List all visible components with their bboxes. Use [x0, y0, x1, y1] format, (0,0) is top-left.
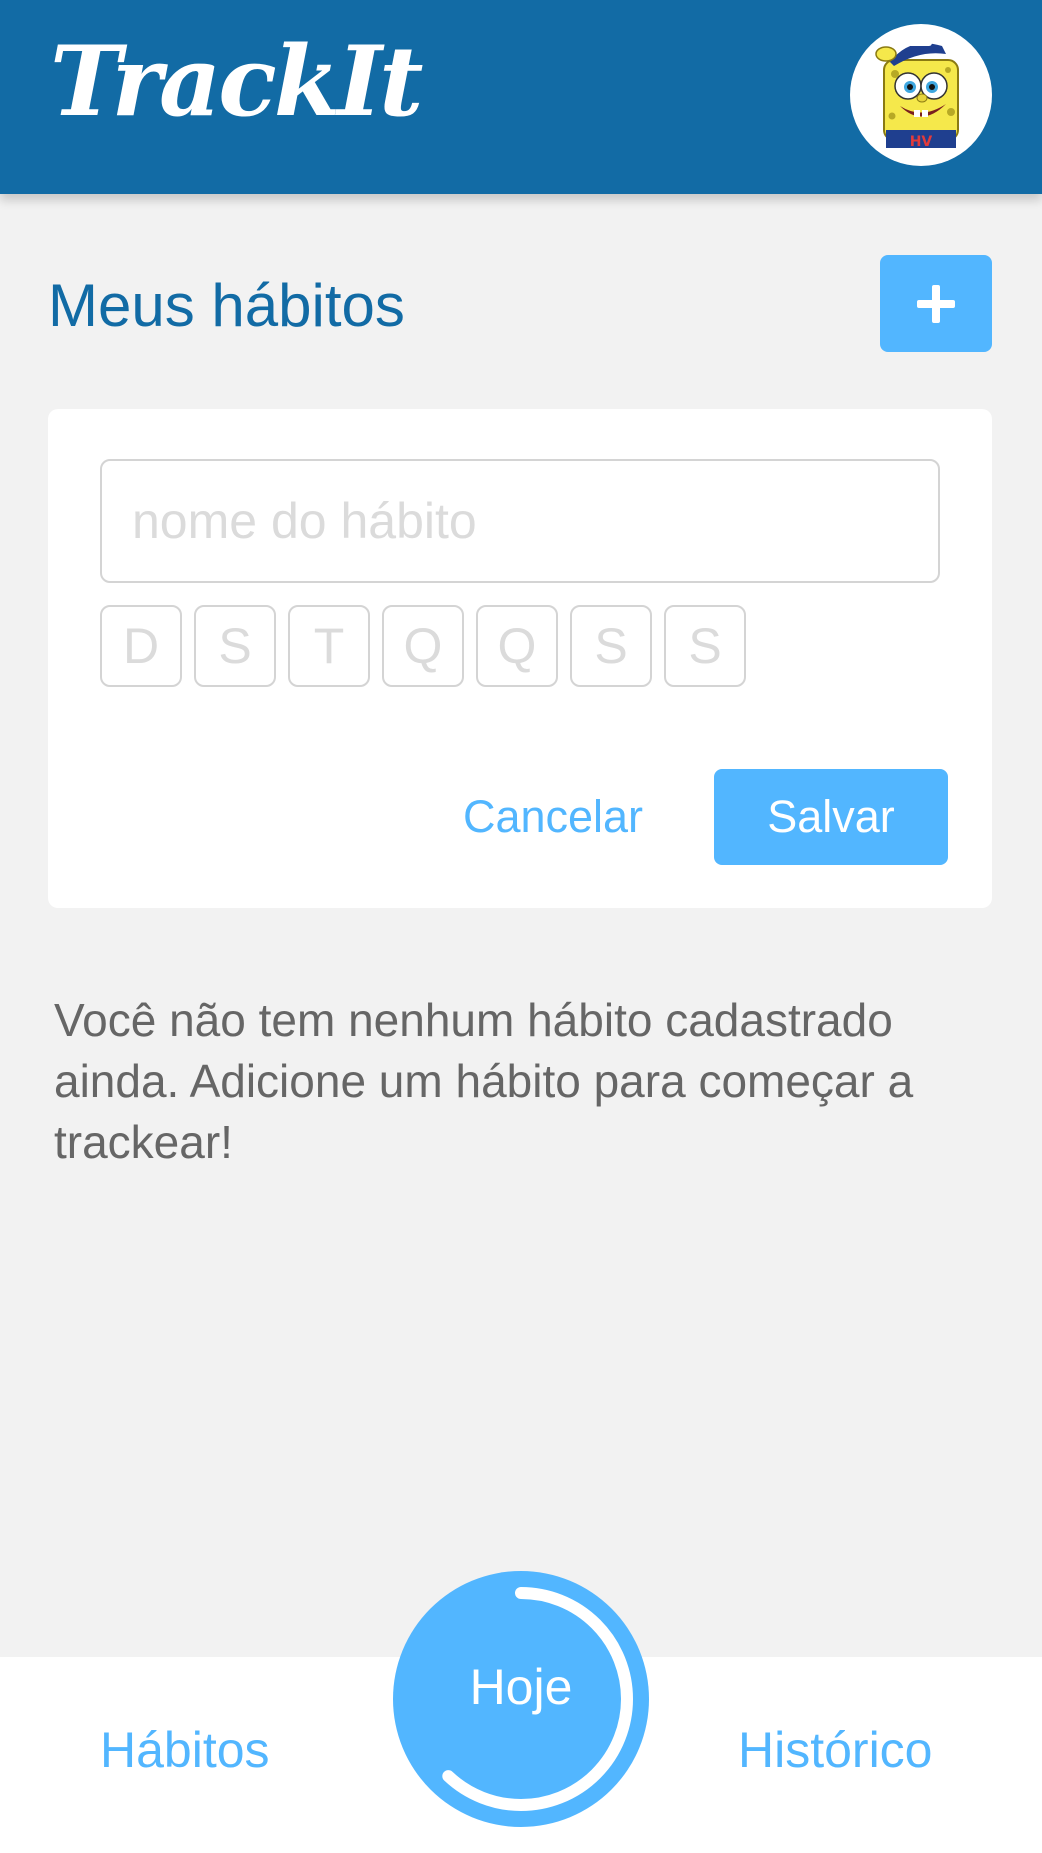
add-habit-button[interactable] — [880, 255, 992, 352]
day-button-friday[interactable]: S — [570, 605, 652, 687]
day-button-thursday[interactable]: Q — [476, 605, 558, 687]
day-button-monday[interactable]: S — [194, 605, 276, 687]
save-button[interactable]: Salvar — [714, 769, 948, 865]
habit-name-input[interactable] — [100, 459, 940, 583]
svg-text:HV: HV — [910, 134, 933, 150]
empty-state-message: Você não tem nenhum hábito cadastrado ai… — [54, 994, 914, 1168]
top-bar: TrackIt HV — [0, 0, 1042, 194]
cancel-button[interactable]: Cancelar — [448, 769, 658, 865]
day-button-sunday[interactable]: D — [100, 605, 182, 687]
nav-today-button[interactable]: Hoje — [393, 1571, 649, 1827]
spongebob-avatar-icon: HV — [875, 38, 959, 150]
user-avatar[interactable]: HV — [850, 24, 992, 166]
page-title: Meus hábitos — [48, 272, 405, 339]
nav-history-link[interactable]: Histórico — [738, 1725, 932, 1775]
app-logo: TrackIt — [50, 25, 423, 138]
today-label: Hoje — [469, 1659, 573, 1715]
weekday-selector: D S T Q Q S S — [100, 605, 746, 687]
day-button-tuesday[interactable]: T — [288, 605, 370, 687]
nav-habits-link[interactable]: Hábitos — [100, 1725, 270, 1775]
day-button-saturday[interactable]: S — [664, 605, 746, 687]
new-habit-form: D S T Q Q S S Cancelar Salvar — [48, 409, 992, 908]
day-button-wednesday[interactable]: Q — [382, 605, 464, 687]
